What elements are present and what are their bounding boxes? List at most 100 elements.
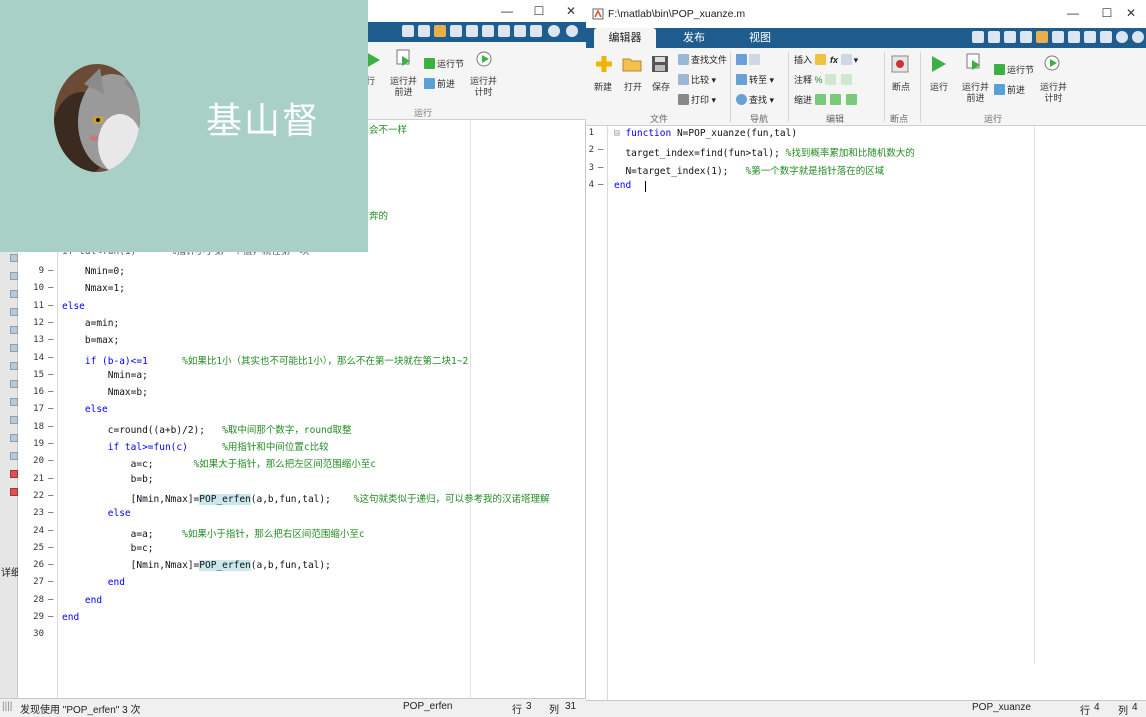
run-section-button[interactable]: 运行节 (424, 58, 464, 70)
percent-icon[interactable]: % (815, 75, 823, 85)
run-advance-label[interactable]: 运行并 前进 (390, 76, 417, 98)
file-icon[interactable] (10, 344, 18, 352)
file-icon[interactable] (10, 254, 18, 262)
fx-icon[interactable]: fx (830, 55, 838, 65)
file-icon[interactable] (10, 326, 18, 334)
advance-button[interactable]: 前进 (424, 78, 455, 90)
line-marker[interactable]: — (48, 422, 53, 432)
save-button-label[interactable]: 保存 (652, 82, 670, 93)
file-icon[interactable] (10, 416, 18, 424)
switch-windows-icon[interactable] (1084, 31, 1096, 43)
line-marker[interactable]: — (48, 370, 53, 380)
run-time-icon[interactable] (1042, 52, 1062, 72)
undo-icon[interactable] (482, 25, 494, 37)
paste-icon[interactable] (466, 25, 478, 37)
open-button-label[interactable]: 打开 (624, 82, 642, 93)
line-marker[interactable]: — (48, 612, 53, 622)
line-marker[interactable]: — (48, 456, 53, 466)
file-icon[interactable] (10, 398, 18, 406)
line-marker[interactable]: — (48, 526, 53, 536)
line-marker[interactable]: — (48, 335, 53, 345)
file-icon[interactable] (10, 380, 18, 388)
right-close-button[interactable]: ✕ (1116, 4, 1146, 22)
comment-button[interactable]: 注释 % (794, 74, 854, 86)
new-button-label[interactable]: 新建 (594, 82, 612, 93)
line-marker[interactable]: — (48, 387, 53, 397)
line-marker[interactable]: — (48, 577, 53, 587)
copy-icon[interactable] (450, 25, 462, 37)
save-all-icon[interactable] (418, 25, 430, 37)
new-icon[interactable] (594, 54, 614, 74)
save-all-icon[interactable] (988, 31, 1000, 43)
file-icon[interactable] (10, 272, 18, 280)
find-file-button[interactable]: 查找文件 (678, 54, 727, 66)
line-marker[interactable]: — (48, 439, 53, 449)
line-marker[interactable]: — (48, 474, 53, 484)
insert-button[interactable]: 插入 fx ▾ (794, 54, 858, 66)
file-icon[interactable] (10, 308, 18, 316)
breakpoints-label[interactable]: 断点 (892, 82, 910, 93)
help-icon[interactable] (548, 25, 560, 37)
warning-icon[interactable] (10, 470, 18, 478)
chevron-down-icon[interactable] (1132, 31, 1144, 43)
line-marker[interactable]: — (598, 145, 603, 155)
redo-icon[interactable] (1068, 31, 1080, 43)
paste-icon[interactable] (1036, 31, 1048, 43)
tab-view[interactable]: 视图 (732, 28, 788, 48)
layout-icon[interactable] (530, 25, 542, 37)
line-marker[interactable]: — (48, 318, 53, 328)
compare-button[interactable]: 比较 ▾ (678, 74, 716, 86)
goto-button[interactable]: 转至 ▾ (736, 74, 774, 86)
switch-windows-icon[interactable] (514, 25, 526, 37)
save-icon[interactable] (650, 54, 670, 74)
run-icon[interactable] (928, 54, 948, 74)
folder-open-icon[interactable] (622, 54, 642, 74)
run-advance-label[interactable]: 运行并 前进 (962, 82, 989, 104)
print-button[interactable]: 打印 ▾ (678, 94, 716, 106)
left-minimize-button[interactable]: — (492, 2, 522, 20)
run-advance-icon[interactable] (964, 52, 984, 72)
run-time-label[interactable]: 运行并 计时 (1040, 82, 1067, 104)
left-close-button[interactable]: ✕ (556, 2, 586, 20)
advance-button[interactable]: 前进 (994, 84, 1025, 96)
cut-icon[interactable] (434, 25, 446, 37)
line-marker[interactable]: — (48, 508, 53, 518)
line-marker[interactable]: — (48, 543, 53, 553)
run-time-icon[interactable] (474, 48, 494, 68)
save-icon[interactable] (972, 31, 984, 43)
line-marker[interactable]: — (48, 491, 53, 501)
file-icon[interactable] (10, 362, 18, 370)
back-forward-buttons[interactable] (736, 54, 762, 66)
line-marker[interactable]: — (48, 266, 53, 276)
warning-icon[interactable] (10, 488, 18, 496)
run-time-label[interactable]: 运行并 计时 (470, 76, 497, 98)
redo-icon[interactable] (498, 25, 510, 37)
cut-icon[interactable] (1004, 31, 1016, 43)
run-section-button[interactable]: 运行节 (994, 64, 1034, 76)
tab-editor[interactable]: 编辑器 (594, 28, 656, 48)
tab-publish[interactable]: 发布 (666, 28, 722, 48)
line-marker[interactable]: — (48, 560, 53, 570)
file-icon[interactable] (10, 434, 18, 442)
line-marker[interactable]: — (48, 404, 53, 414)
indent-button[interactable]: 缩进 (794, 94, 859, 106)
breakpoints-icon[interactable] (890, 54, 910, 74)
run-advance-icon[interactable] (394, 48, 414, 68)
right-code-area[interactable]: ⊟ function N=POP_xuanze(fun,tal) target_… (608, 126, 1146, 700)
find-button[interactable]: 查找 ▾ (736, 94, 774, 106)
save-icon[interactable] (402, 25, 414, 37)
layout-icon[interactable] (1100, 31, 1112, 43)
line-marker[interactable]: — (598, 163, 603, 173)
copy-icon[interactable] (1020, 31, 1032, 43)
line-marker[interactable]: — (48, 353, 53, 363)
line-marker[interactable]: — (598, 180, 603, 190)
fold-icon[interactable]: ⊟ (614, 128, 625, 139)
right-minimize-button[interactable]: — (1058, 4, 1088, 22)
line-marker[interactable]: — (48, 283, 53, 293)
help-icon[interactable] (1116, 31, 1128, 43)
undo-icon[interactable] (1052, 31, 1064, 43)
line-marker[interactable]: — (48, 301, 53, 311)
file-icon[interactable] (10, 290, 18, 298)
file-icon[interactable] (10, 452, 18, 460)
chevron-down-icon[interactable] (566, 25, 578, 37)
